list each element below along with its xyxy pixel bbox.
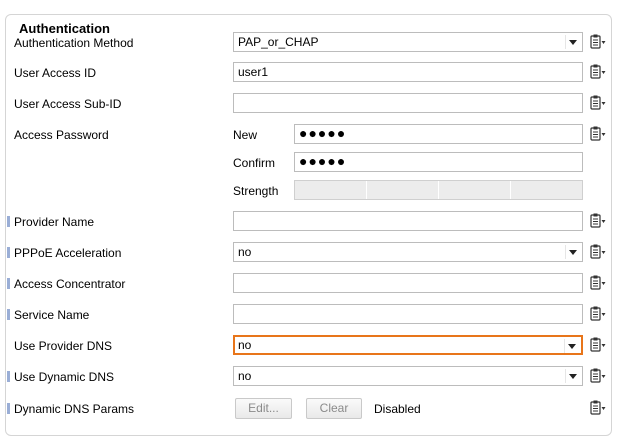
row-confirm-password: Confirm ●●●●● (0, 152, 619, 174)
password-strength-meter (294, 180, 583, 200)
clipboard-menu-icon[interactable] (589, 305, 607, 323)
clipboard-menu-icon[interactable] (589, 63, 607, 81)
clipboard-menu-icon[interactable] (589, 94, 607, 112)
label-access-concentrator: Access Concentrator (14, 277, 126, 291)
row-access-password: Access Password New ●●●●● (0, 124, 619, 146)
label-pppoe-acceleration: PPPoE Acceleration (14, 246, 122, 260)
label-new-password: New (233, 128, 258, 142)
user-access-sub-id-input[interactable] (233, 93, 583, 113)
chevron-down-icon[interactable] (565, 369, 580, 383)
row-user-access-id: User Access ID user1 (0, 62, 619, 84)
pppoe-acceleration-value: no (238, 245, 252, 259)
row-authentication-method: Authentication Method PAP_or_CHAP (0, 32, 619, 54)
clipboard-menu-icon[interactable] (589, 399, 607, 417)
use-provider-dns-select[interactable]: no (233, 335, 583, 355)
row-user-access-sub-id: User Access Sub-ID (0, 93, 619, 115)
pppoe-acceleration-select[interactable]: no (233, 242, 583, 262)
label-provider-name: Provider Name (14, 215, 95, 229)
advanced-marker (7, 278, 10, 289)
clipboard-menu-icon[interactable] (589, 274, 607, 292)
label-confirm-password: Confirm (233, 156, 276, 170)
row-provider-name: Provider Name (0, 211, 619, 233)
row-access-concentrator: Access Concentrator (0, 273, 619, 295)
label-use-provider-dns: Use Provider DNS (14, 339, 113, 353)
clipboard-menu-icon[interactable] (589, 212, 607, 230)
dynamic-dns-status: Disabled (374, 402, 421, 416)
row-use-dynamic-dns: Use Dynamic DNS no (0, 366, 619, 388)
row-use-provider-dns: Use Provider DNS no (0, 335, 619, 357)
row-pppoe-acceleration: PPPoE Acceleration no (0, 242, 619, 264)
advanced-marker (7, 309, 10, 320)
use-dynamic-dns-select[interactable]: no (233, 366, 583, 386)
label-use-dynamic-dns: Use Dynamic DNS (14, 370, 115, 384)
chevron-down-icon[interactable] (565, 245, 580, 259)
clipboard-menu-icon[interactable] (589, 243, 607, 261)
authentication-method-select[interactable]: PAP_or_CHAP (233, 32, 583, 52)
advanced-marker (7, 403, 10, 414)
strength-segment (295, 181, 367, 199)
advanced-marker (7, 216, 10, 227)
strength-segment (439, 181, 511, 199)
chevron-down-icon[interactable] (564, 339, 579, 353)
clear-button[interactable]: Clear (306, 398, 362, 419)
label-password-strength: Strength (233, 184, 279, 198)
edit-button[interactable]: Edit... (235, 398, 292, 419)
service-name-input[interactable] (233, 304, 583, 324)
label-dynamic-dns-params: Dynamic DNS Params (14, 402, 135, 416)
new-password-input[interactable]: ●●●●● (294, 124, 583, 144)
label-access-password: Access Password (14, 128, 109, 142)
row-service-name: Service Name (0, 304, 619, 326)
clipboard-menu-icon[interactable] (589, 336, 607, 354)
label-user-access-id: User Access ID (14, 66, 97, 80)
authentication-method-value: PAP_or_CHAP (238, 35, 319, 49)
chevron-down-icon[interactable] (565, 35, 580, 49)
advanced-marker (7, 247, 10, 258)
clipboard-menu-icon[interactable] (589, 33, 607, 51)
use-dynamic-dns-value: no (238, 369, 252, 383)
clipboard-menu-icon[interactable] (589, 367, 607, 385)
label-authentication-method: Authentication Method (14, 36, 134, 50)
label-user-access-sub-id: User Access Sub-ID (14, 97, 122, 111)
row-password-strength: Strength (0, 180, 619, 202)
strength-segment (367, 181, 439, 199)
clipboard-menu-icon[interactable] (589, 125, 607, 143)
use-provider-dns-value: no (238, 338, 252, 352)
user-access-id-input[interactable]: user1 (233, 62, 583, 82)
row-dynamic-dns-params: Dynamic DNS Params Edit... Clear Disable… (0, 398, 619, 420)
provider-name-input[interactable] (233, 211, 583, 231)
access-concentrator-input[interactable] (233, 273, 583, 293)
confirm-password-input[interactable]: ●●●●● (294, 152, 583, 172)
advanced-marker (7, 371, 10, 382)
label-service-name: Service Name (14, 308, 90, 322)
strength-segment (511, 181, 582, 199)
